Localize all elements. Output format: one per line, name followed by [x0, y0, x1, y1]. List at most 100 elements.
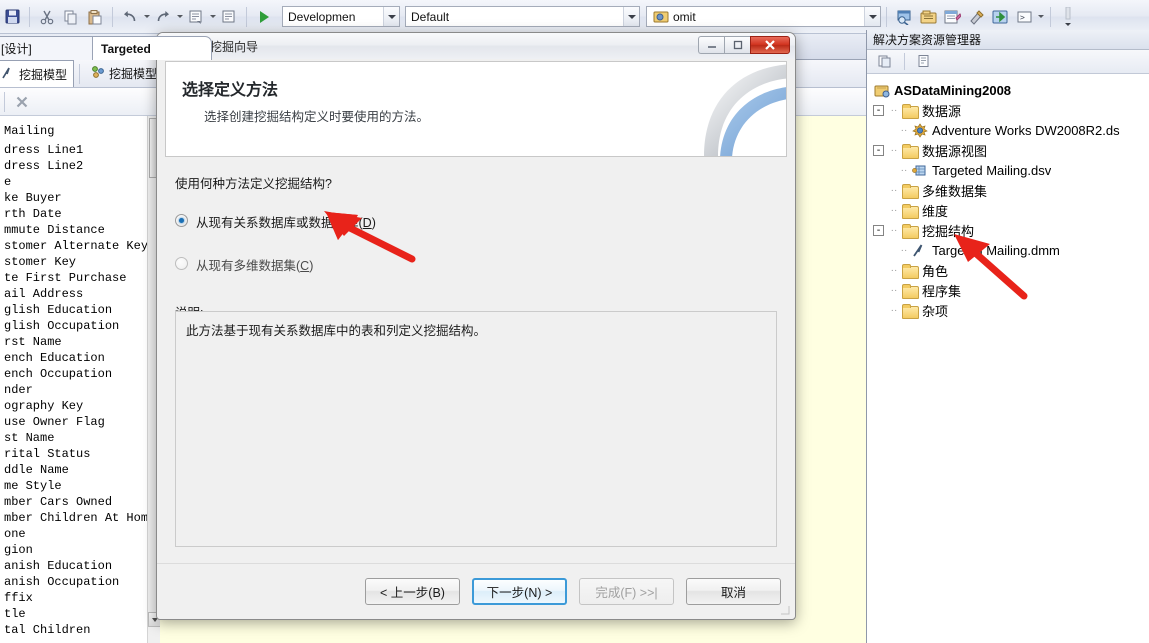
- column-list-item[interactable]: mber Cars Owned: [0, 494, 159, 510]
- dialog-titlebar[interactable]: 数据挖掘向导: [157, 33, 795, 59]
- dsv-icon: [911, 162, 929, 178]
- save-all-icon[interactable]: [1, 6, 23, 28]
- column-list-item[interactable]: rital Status: [0, 446, 159, 462]
- comment-dropdown-icon[interactable]: [208, 6, 217, 28]
- tree-node[interactable]: - ·· 数据源: [873, 100, 1149, 120]
- designer-tab-mining-model[interactable]: 挖掘模型: [0, 60, 75, 87]
- column-list-item[interactable]: mmute Distance: [0, 222, 159, 238]
- next-button[interactable]: 下一步(N) >: [472, 578, 567, 605]
- tree-node-label: Targeted Mailing.dsv: [932, 162, 1052, 178]
- column-list-item[interactable]: use Owner Flag: [0, 414, 159, 430]
- column-list-item[interactable]: me Style: [0, 478, 159, 494]
- option-relational-database-label: 从现有关系数据库或数据仓库(D): [196, 216, 376, 230]
- solution-platform-combo[interactable]: Default: [405, 6, 640, 27]
- column-list-item[interactable]: stomer Alternate Key: [0, 238, 159, 254]
- tree-node[interactable]: - ·· 挖掘结构: [873, 220, 1149, 240]
- tree-node[interactable]: - ·· 数据源视图: [873, 140, 1149, 160]
- tree-node[interactable]: ·· 程序集: [873, 280, 1149, 300]
- option-relational-database[interactable]: 从现有关系数据库或数据仓库(D): [165, 212, 787, 231]
- toolbar-overflow-icon[interactable]: [1036, 6, 1045, 28]
- column-list-item[interactable]: nder: [0, 382, 159, 398]
- paste-icon[interactable]: [84, 6, 106, 28]
- toolbar-options-icon[interactable]: [1057, 6, 1079, 28]
- column-list-item[interactable]: glish Occupation: [0, 318, 159, 334]
- solution-explorer-icon[interactable]: [917, 6, 939, 28]
- command-window-icon[interactable]: >: [1013, 6, 1035, 28]
- solution-explorer-tree[interactable]: ASDataMining2008- ·· 数据源 ·· Adventure Works …: [867, 74, 1149, 320]
- tree-expander-icon[interactable]: -: [873, 224, 884, 236]
- column-list-item[interactable]: ench Occupation: [0, 366, 159, 382]
- tree-expander-icon[interactable]: -: [873, 104, 884, 116]
- solution-configuration-combo[interactable]: Developmen: [282, 6, 400, 27]
- cancel-button[interactable]: 取消: [686, 578, 781, 605]
- tree-node[interactable]: ·· 角色: [873, 260, 1149, 280]
- delete-icon[interactable]: [11, 91, 33, 113]
- tree-connector: ··: [890, 204, 898, 216]
- chevron-down-icon[interactable]: [864, 7, 880, 26]
- column-list-item[interactable]: dress Line2: [0, 158, 159, 174]
- document-tab-targeted[interactable]: Targeted: [92, 36, 212, 60]
- column-list-item[interactable]: ffix: [0, 590, 159, 606]
- start-debug-icon[interactable]: [253, 6, 275, 28]
- column-list-item[interactable]: ke Buyer: [0, 190, 159, 206]
- tree-node[interactable]: ·· 多维数据集: [873, 180, 1149, 200]
- properties-icon[interactable]: [913, 51, 935, 73]
- column-list-item[interactable]: tal Children: [0, 622, 159, 638]
- undo-dropdown-icon[interactable]: [142, 6, 151, 28]
- column-list-item[interactable]: stomer Key: [0, 254, 159, 270]
- column-list-item[interactable]: dress Line1: [0, 142, 159, 158]
- tree-node[interactable]: ·· 杂项: [873, 300, 1149, 320]
- deploy-icon[interactable]: [989, 6, 1011, 28]
- dialog-footer: < 上一步(B) 下一步(N) > 完成(F) >>| 取消: [157, 563, 795, 619]
- column-list-item[interactable]: ench Education: [0, 350, 159, 366]
- comment-icon[interactable]: [185, 6, 207, 28]
- undo-icon[interactable]: [119, 6, 141, 28]
- copy-icon[interactable]: [60, 6, 82, 28]
- radio-existing-cube[interactable]: [175, 257, 188, 270]
- tree-node[interactable]: ·· 维度: [873, 200, 1149, 220]
- tree-node[interactable]: ·· Adventure Works DW2008R2.ds: [873, 120, 1149, 140]
- tree-node-label: 杂项: [922, 303, 949, 319]
- column-list-item[interactable]: glish Education: [0, 302, 159, 318]
- option-existing-cube[interactable]: 从现有多维数据集(C): [165, 255, 787, 274]
- back-button[interactable]: < 上一步(B): [365, 578, 460, 605]
- column-list-item[interactable]: st Name: [0, 430, 159, 446]
- column-list-item[interactable]: rst Name: [0, 334, 159, 350]
- tree-node[interactable]: ·· Targeted Mailing.dsv: [873, 160, 1149, 180]
- cut-icon[interactable]: [36, 6, 58, 28]
- column-list-item[interactable]: ddle Name: [0, 462, 159, 478]
- tree-node[interactable]: ASDataMining2008: [873, 80, 1149, 100]
- chevron-down-icon[interactable]: [383, 7, 399, 26]
- redo-icon[interactable]: [152, 6, 174, 28]
- column-list-item[interactable]: rth Date: [0, 206, 159, 222]
- tree-node[interactable]: ·· Targeted Mailing.dmm: [873, 240, 1149, 260]
- tree-connector: ··: [900, 164, 908, 176]
- column-list-item[interactable]: te First Purchase: [0, 270, 159, 286]
- column-list[interactable]: Mailing dress Line1 dress Line2 e ke Buyer r…: [0, 116, 160, 643]
- column-list-item[interactable]: anish Occupation: [0, 574, 159, 590]
- object-browser-icon[interactable]: [941, 6, 963, 28]
- toolbox-icon[interactable]: [965, 6, 987, 28]
- column-list-item[interactable]: ail Address: [0, 286, 159, 302]
- cancel-button-label: 取消: [720, 586, 746, 600]
- uncomment-icon[interactable]: [218, 6, 240, 28]
- resize-grip-icon[interactable]: [779, 604, 791, 616]
- column-list-item[interactable]: gion: [0, 542, 159, 558]
- close-button[interactable]: [750, 36, 790, 54]
- column-list-item[interactable]: mber Children At Home: [0, 510, 159, 526]
- column-list-item[interactable]: e: [0, 174, 159, 190]
- radio-relational-database[interactable]: [175, 214, 188, 227]
- redo-dropdown-icon[interactable]: [175, 6, 184, 28]
- column-list-item[interactable]: tle: [0, 606, 159, 622]
- properties-window-icon[interactable]: [893, 6, 915, 28]
- project-combo[interactable]: omit: [646, 6, 881, 27]
- chevron-down-icon[interactable]: [623, 7, 639, 26]
- column-list-item[interactable]: anish Education: [0, 558, 159, 574]
- column-list-item[interactable]: ography Key: [0, 398, 159, 414]
- column-list-item[interactable]: one: [0, 526, 159, 542]
- tree-node-label: 数据源: [922, 103, 962, 119]
- minimize-button[interactable]: [698, 36, 724, 54]
- maximize-button[interactable]: [724, 36, 750, 54]
- tree-expander-icon[interactable]: -: [873, 144, 884, 156]
- show-all-files-icon[interactable]: [874, 51, 896, 73]
